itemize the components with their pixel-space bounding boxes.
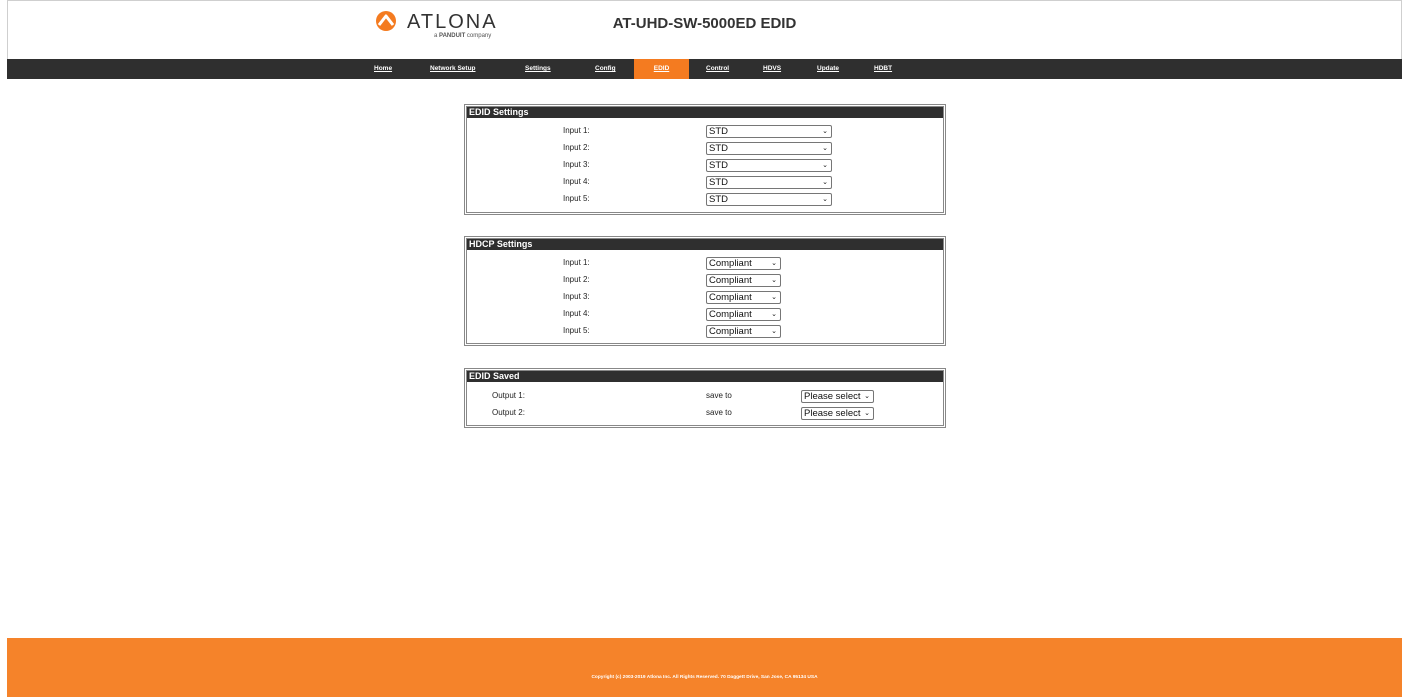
header: ATLONA a PANDUIT company AT-UHD-SW-5000E…	[7, 0, 1402, 59]
select-value: STD	[709, 160, 728, 171]
input-label: Input 4:	[563, 309, 590, 318]
chevron-down-icon: ⌄	[771, 260, 777, 267]
hdcp-select-input-2[interactable]: Compliant ⌄	[706, 274, 781, 287]
edid-settings-panel: EDID Settings Input 1: STD ⌄ Input 2: ST…	[464, 104, 946, 215]
input-label: Input 3:	[563, 292, 590, 301]
logo-subtext: a PANDUIT company	[434, 33, 491, 39]
nav-item-settings[interactable]: Settings	[525, 59, 551, 79]
select-value: STD	[709, 126, 728, 137]
chevron-down-icon: ⌄	[771, 294, 777, 301]
nav-item-network-setup[interactable]: Network Setup	[430, 59, 476, 79]
edid-select-input-4[interactable]: STD ⌄	[706, 176, 832, 189]
edid-select-input-2[interactable]: STD ⌄	[706, 142, 832, 155]
hdcp-select-input-4[interactable]: Compliant ⌄	[706, 308, 781, 321]
hdcp-select-input-1[interactable]: Compliant ⌄	[706, 257, 781, 270]
select-value: Compliant	[709, 309, 752, 320]
hdcp-row: Input 3: Compliant ⌄	[467, 290, 943, 304]
nav-item-hdvs[interactable]: HDVS	[763, 59, 781, 79]
hdcp-settings-panel: HDCP Settings Input 1: Compliant ⌄ Input…	[464, 236, 946, 346]
hdcp-select-input-5[interactable]: Compliant ⌄	[706, 325, 781, 338]
panel-title: EDID Settings	[467, 107, 943, 118]
input-label: Input 1:	[563, 258, 590, 267]
nav-item-hdbt[interactable]: HDBT	[874, 59, 892, 79]
select-value: Please select	[804, 408, 861, 419]
logo-sub-suffix: company	[466, 33, 492, 39]
hdcp-row: Input 2: Compliant ⌄	[467, 273, 943, 287]
nav-bar: Home Network Setup Settings Config EDID …	[7, 59, 1402, 79]
input-label: Input 5:	[563, 194, 590, 203]
edid-saved-panel: EDID Saved Output 1: save to Please sele…	[464, 368, 946, 428]
save-to-label: save to	[706, 391, 732, 400]
input-label: Input 3:	[563, 160, 590, 169]
logo-sub-prefix: a	[434, 33, 438, 39]
logo-sub-brand: PANDUIT	[439, 33, 466, 39]
select-value: Compliant	[709, 275, 752, 286]
chevron-down-icon: ⌄	[771, 311, 777, 318]
page-title: AT-UHD-SW-5000ED EDID	[612, 15, 797, 32]
output-label: Output 2:	[492, 408, 525, 417]
chevron-down-icon: ⌄	[771, 277, 777, 284]
select-value: STD	[709, 194, 728, 205]
edid-saved-row: Output 1: save to Please select ⌄	[467, 389, 943, 403]
output-2-save-select[interactable]: Please select ⌄	[801, 407, 874, 420]
edid-row: Input 3: STD ⌄	[467, 158, 943, 172]
select-value: Compliant	[709, 258, 752, 269]
edid-row: Input 5: STD ⌄	[467, 192, 943, 206]
select-value: Compliant	[709, 292, 752, 303]
output-1-save-select[interactable]: Please select ⌄	[801, 390, 874, 403]
chevron-down-icon: ⌄	[822, 196, 828, 203]
chevron-down-icon: ⌄	[822, 128, 828, 135]
select-value: STD	[709, 143, 728, 154]
footer-copyright: Copyright (c) 2003-2019 Atlona Inc. All …	[591, 675, 818, 680]
input-label: Input 2:	[563, 143, 590, 152]
chevron-down-icon: ⌄	[822, 162, 828, 169]
hdcp-row: Input 4: Compliant ⌄	[467, 307, 943, 321]
nav-item-config[interactable]: Config	[595, 59, 616, 79]
select-value: STD	[709, 177, 728, 188]
hdcp-select-input-3[interactable]: Compliant ⌄	[706, 291, 781, 304]
input-label: Input 4:	[563, 177, 590, 186]
chevron-down-icon: ⌄	[822, 145, 828, 152]
chevron-down-icon: ⌄	[864, 410, 870, 417]
edid-saved-row: Output 2: save to Please select ⌄	[467, 406, 943, 420]
input-label: Input 2:	[563, 275, 590, 284]
input-label: Input 5:	[563, 326, 590, 335]
save-to-label: save to	[706, 408, 732, 417]
select-value: Please select	[804, 391, 861, 402]
nav-item-update[interactable]: Update	[817, 59, 839, 79]
panel-title: EDID Saved	[467, 371, 943, 382]
edid-select-input-5[interactable]: STD ⌄	[706, 193, 832, 206]
chevron-down-icon: ⌄	[771, 328, 777, 335]
hdcp-row: Input 5: Compliant ⌄	[467, 324, 943, 338]
panel-title: HDCP Settings	[467, 239, 943, 250]
hdcp-row: Input 1: Compliant ⌄	[467, 256, 943, 270]
nav-item-home[interactable]: Home	[374, 59, 392, 79]
edid-row: Input 2: STD ⌄	[467, 141, 943, 155]
nav-item-control[interactable]: Control	[706, 59, 729, 79]
edid-select-input-1[interactable]: STD ⌄	[706, 125, 832, 138]
output-label: Output 1:	[492, 391, 525, 400]
select-value: Compliant	[709, 326, 752, 337]
edid-row: Input 1: STD ⌄	[467, 124, 943, 138]
nav-item-edid[interactable]: EDID	[634, 59, 689, 79]
input-label: Input 1:	[563, 126, 590, 135]
chevron-down-icon: ⌄	[864, 393, 870, 400]
footer: Copyright (c) 2003-2019 Atlona Inc. All …	[7, 638, 1402, 697]
chevron-down-icon: ⌄	[822, 179, 828, 186]
edid-row: Input 4: STD ⌄	[467, 175, 943, 189]
edid-select-input-3[interactable]: STD ⌄	[706, 159, 832, 172]
